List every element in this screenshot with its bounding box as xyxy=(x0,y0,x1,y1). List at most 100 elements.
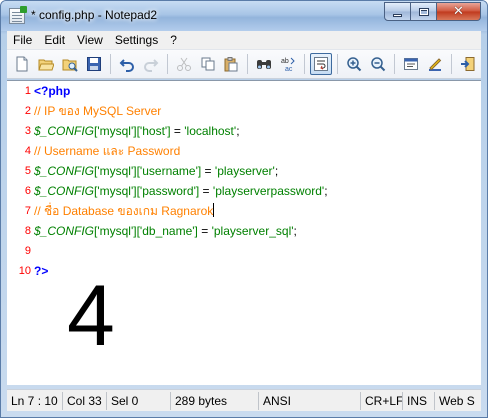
title-bar[interactable]: * config.php - Notepad2 ✕ xyxy=(1,1,487,31)
exit-icon xyxy=(460,57,475,71)
replace-icon: abac xyxy=(281,57,296,72)
code-token-php-tag: ?> xyxy=(34,264,49,278)
svg-text:ac: ac xyxy=(285,66,293,72)
redo-button[interactable] xyxy=(140,53,162,75)
scheme-icon xyxy=(404,58,419,70)
svg-text:ab: ab xyxy=(281,58,289,65)
paste-button[interactable] xyxy=(221,53,243,75)
line-code: $_CONFIG['mysql']['password'] = 'playser… xyxy=(34,181,328,201)
line-code: <?php xyxy=(34,81,70,101)
line-code: // IP ของ MySQL Server xyxy=(34,101,161,121)
word-wrap-button[interactable] xyxy=(310,53,333,75)
code-token-op: ; xyxy=(274,164,279,178)
line-code: // Username และ Password xyxy=(34,141,180,161)
undo-icon xyxy=(119,59,134,72)
code-line[interactable]: 2// IP ของ MySQL Server xyxy=(7,101,481,121)
maximize-icon xyxy=(418,7,429,16)
minimize-icon xyxy=(393,13,402,17)
text-caret xyxy=(213,203,215,217)
line-number: 5 xyxy=(24,165,31,177)
menu-bar: File Edit View Settings ? xyxy=(7,31,481,49)
line-number: 1 xyxy=(24,85,31,97)
status-file-size: 289 bytes xyxy=(171,391,259,410)
code-line[interactable]: 9 xyxy=(7,241,481,261)
status-column: Col 33 xyxy=(63,391,107,410)
code-line[interactable]: 5 $_CONFIG['mysql']['username'] = 'playse… xyxy=(7,161,481,181)
browse-icon xyxy=(62,59,78,72)
find-button[interactable] xyxy=(253,53,275,75)
code-line[interactable]: 8 $_CONFIG['mysql']['db_name'] = 'playser… xyxy=(7,221,481,241)
code-line[interactable]: 3 $_CONFIG['mysql']['host'] = 'localhost'… xyxy=(7,121,481,141)
menu-edit[interactable]: Edit xyxy=(38,31,71,49)
code-token-op: = xyxy=(199,184,213,198)
scheme-button[interactable] xyxy=(400,53,422,75)
toolbar-separator xyxy=(166,54,168,74)
menu-file[interactable]: File xyxy=(7,31,38,49)
minimize-button[interactable] xyxy=(384,2,411,21)
code-line[interactable]: 7// ชื่อ Database ของเกม Ragnarok xyxy=(7,201,481,221)
line-number: 6 xyxy=(24,185,31,197)
code-token-var: $_CONFIG xyxy=(34,164,95,178)
code-token-var: $_CONFIG xyxy=(34,124,95,138)
line-number: 9 xyxy=(24,245,31,257)
customize-scheme-button[interactable] xyxy=(424,53,446,75)
line-number: 10 xyxy=(18,265,31,277)
cut-button[interactable] xyxy=(173,53,195,75)
toolbar-separator xyxy=(451,54,453,74)
line-code: ?> xyxy=(34,261,48,281)
toolbar-separator xyxy=(304,54,306,74)
status-line-endings[interactable]: CR+LF xyxy=(361,391,403,410)
status-scheme[interactable]: Web S xyxy=(435,392,481,410)
code-token-op: = xyxy=(201,164,215,178)
code-line[interactable]: 6 $_CONFIG['mysql']['password'] = 'playse… xyxy=(7,181,481,201)
customize-scheme-icon xyxy=(429,58,442,71)
status-bar: Ln 7 : 10 Col 33 Sel 0 289 bytes ANSI CR… xyxy=(7,389,481,411)
code-token-op: ; xyxy=(236,124,240,138)
code-token-comment: // Username และ Password xyxy=(34,144,181,158)
window-title: * config.php - Notepad2 xyxy=(31,8,158,22)
new-button[interactable] xyxy=(11,53,33,75)
zoom-in-icon xyxy=(347,57,362,72)
close-button[interactable]: ✕ xyxy=(437,2,481,21)
zoom-out-icon xyxy=(371,57,386,72)
status-encoding[interactable]: ANSI xyxy=(259,391,361,410)
line-number: 2 xyxy=(24,105,31,117)
browse-button[interactable] xyxy=(59,53,81,75)
maximize-button[interactable] xyxy=(411,2,437,21)
redo-icon xyxy=(143,59,159,72)
toolbar: ab ac xyxy=(7,49,481,79)
code-token-op: = xyxy=(197,224,212,238)
code-line[interactable]: 4// Username และ Password xyxy=(7,141,481,161)
menu-help[interactable]: ? xyxy=(164,31,183,49)
code-token-str: 'localhost' xyxy=(184,124,237,138)
line-number: 4 xyxy=(24,145,31,157)
menu-settings[interactable]: Settings xyxy=(109,31,164,49)
new-file-icon xyxy=(16,56,28,72)
code-token-op: = xyxy=(170,124,185,138)
code-editor[interactable]: 1 <?php 2// IP ของ MySQL Server 3 $_CONFIG['… xyxy=(7,80,481,385)
status-insert-mode[interactable]: INS xyxy=(403,391,435,410)
exit-button[interactable] xyxy=(457,53,479,75)
zoom-out-button[interactable] xyxy=(367,53,389,75)
paste-icon xyxy=(224,57,238,72)
code-line[interactable]: 1 <?php xyxy=(7,81,481,101)
replace-button[interactable]: ab ac xyxy=(277,53,299,75)
menu-view[interactable]: View xyxy=(71,31,109,49)
code-token-op: ; xyxy=(324,184,328,198)
zoom-in-button[interactable] xyxy=(343,53,365,75)
undo-button[interactable] xyxy=(116,53,138,75)
toolbar-separator xyxy=(247,54,249,74)
code-token-op: ; xyxy=(293,224,297,238)
overlay-step-number: 4 xyxy=(67,268,115,364)
copy-button[interactable] xyxy=(197,53,219,75)
save-button[interactable] xyxy=(83,53,105,75)
code-token-var: $_CONFIG xyxy=(34,184,95,198)
caption-buttons: ✕ xyxy=(384,2,481,22)
open-button[interactable] xyxy=(35,53,57,75)
line-code: $_CONFIG['mysql']['db_name'] = 'playserv… xyxy=(34,221,297,241)
code-token-str: 'playserverpassword' xyxy=(212,184,325,198)
notepad2-app-icon[interactable] xyxy=(9,6,27,24)
line-number: 3 xyxy=(24,125,31,137)
word-wrap-icon xyxy=(314,57,329,71)
notepad2-window: * config.php - Notepad2 ✕ File Edit View… xyxy=(0,0,488,418)
